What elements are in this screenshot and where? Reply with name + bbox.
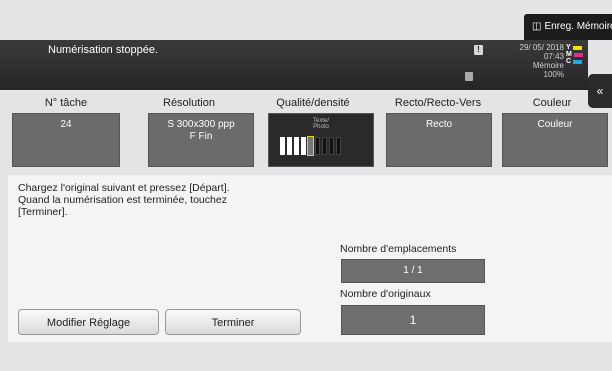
color-value: Couleur [537,119,573,130]
locations-value: 1 / 1 [341,259,485,283]
density-step-8 [329,137,334,155]
status-message: Numérisation stoppée. [48,44,159,56]
date-text: 29/ 05/ 2018 [519,43,564,52]
originals-value: 1 [341,305,485,335]
density-step-7 [322,137,327,155]
quality-sub-line2: Photo [313,124,329,130]
time-text: 07:43 [543,52,564,61]
color-label: Couleur [532,97,572,109]
datetime-display: 29/ 05/ 2018 07:43 Mémoire 100% [512,43,564,79]
top-strip [0,0,612,40]
quality-sub-label: Texte/ Photo [268,118,374,130]
job-number-label: N° tâche [44,97,88,109]
double-chevron-left-icon: « [596,84,604,98]
toner-c-letter: C [566,58,572,65]
density-step-5 [307,136,314,156]
density-step-4 [301,137,306,155]
duplex-value: Recto [425,119,453,130]
quality-label: Qualité/densité [276,97,350,109]
memory-label: Mémoire [532,61,564,70]
toner-levels: Y M C [566,44,583,65]
density-step-6 [315,137,320,155]
instruction-message: Chargez l'original suivant et pressez [D… [18,182,230,218]
duplex-tile[interactable]: Recto [386,113,492,167]
toner-y-letter: Y [566,44,571,51]
save-to-memory-button[interactable]: ◫ Enreg. Mémoire [524,14,612,40]
resolution-value-line1: S 300x300 ppp [167,119,235,130]
job-number-value: 24 [60,119,72,130]
toner-m-bar [573,52,583,57]
job-number-tile: 24 [12,113,120,167]
document-icon [465,72,473,81]
duplex-label: Recto/Recto-Vers [394,97,482,109]
color-tile[interactable]: Couleur [502,113,608,167]
quality-density-tile[interactable]: Texte/ Photo [268,113,374,167]
density-step-3 [294,137,299,155]
save-to-memory-label: Enreg. Mémoire [544,21,612,32]
toner-y-bar [572,45,582,50]
toner-c-bar [573,59,583,64]
modify-settings-button[interactable]: Modifier Réglage [18,309,159,335]
memory-value: 100% [543,70,564,79]
resolution-label: Résolution [163,97,215,109]
locations-label: Nombre d'emplacements [340,243,457,255]
finish-button[interactable]: Terminer [165,309,301,335]
toner-m-letter: M [566,51,572,58]
density-step-2 [287,137,292,155]
warning-icon[interactable]: ! [474,45,483,55]
density-step-1 [280,137,285,155]
save-memory-icon: ◫ [532,21,542,32]
originals-label: Nombre d'originaux [340,288,431,300]
density-step-9 [336,137,341,155]
resolution-value-line2: F Fin [189,131,213,142]
density-scale [280,136,341,156]
resolution-tile[interactable]: S 300x300 ppp F Fin [148,113,254,167]
